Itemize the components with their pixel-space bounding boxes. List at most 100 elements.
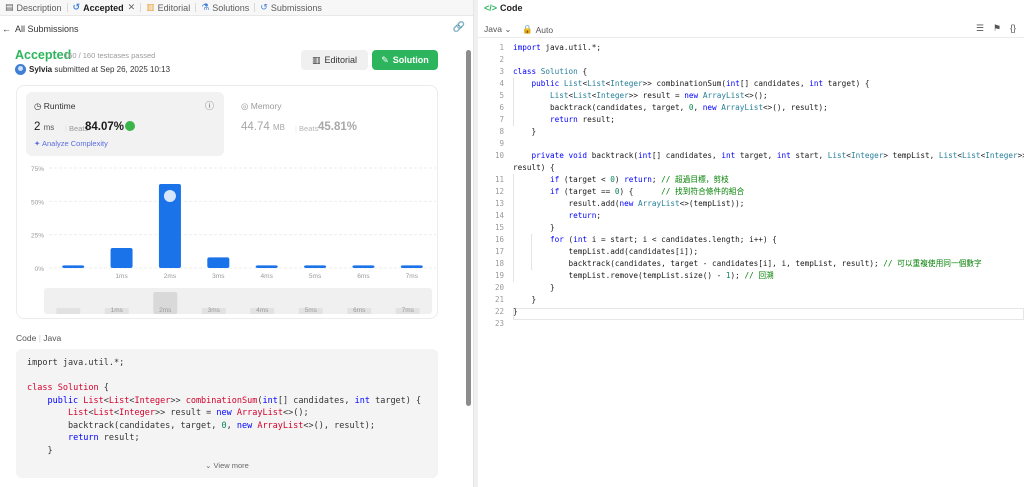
tab-submissions[interactable]: ↺ Submissions — [255, 0, 327, 16]
line-number: 7 — [499, 115, 504, 124]
editor-line[interactable]: 15 } — [478, 222, 1024, 234]
code-token: tempList.remove(tempList.size() - — [513, 271, 726, 280]
braces-icon[interactable]: {} — [1010, 23, 1016, 34]
editor-line[interactable]: 11 if (target < 0) return; // 超過目標，剪枝 — [478, 174, 1024, 186]
bookmark-icon[interactable]: ⚑ — [993, 23, 1001, 34]
editor-line[interactable]: 5 List<List<Integer>> result = new Array… — [478, 90, 1024, 102]
code-token: result.add( — [513, 199, 620, 208]
y-tick-label: 25% — [31, 233, 44, 240]
runtime-title: ◷ Runtime — [34, 101, 76, 111]
editor-line[interactable]: 2 — [478, 54, 1024, 66]
code-token: List — [962, 151, 981, 160]
code-line: backtrack(candidates, target, 0, new Arr… — [27, 420, 421, 433]
code-token: Solution — [540, 67, 578, 76]
code-token: Solution — [57, 383, 99, 393]
code-token: import java.util.*; — [27, 358, 125, 368]
editorial-button[interactable]: ▥ Editorial — [301, 50, 368, 70]
code-token: result; — [103, 433, 140, 443]
chart-range-navigator[interactable]: 1ms 2ms 3ms 4ms 5ms 6ms 7ms — [44, 288, 432, 314]
memory-title[interactable]: ◎ Memory — [241, 101, 282, 112]
editor-line[interactable]: 16 for (int i = start; i < candidates.le… — [478, 234, 1024, 246]
auto-save-indicator[interactable]: 🔒 Auto — [522, 24, 553, 35]
chart-bar — [207, 257, 230, 268]
view-more-button[interactable]: ⌄ View more — [16, 461, 438, 470]
code-token: > tempList, — [883, 151, 939, 160]
code-token: int — [721, 151, 736, 160]
editor-line[interactable]: 9 — [478, 138, 1024, 150]
editor-line[interactable]: 20 } — [478, 282, 1024, 294]
tab-solutions[interactable]: ⚗ Solutions — [196, 0, 254, 16]
editor-line[interactable]: 17 tempList.add(candidates[i]); — [478, 246, 1024, 258]
line-number: 6 — [499, 103, 504, 112]
editor-line[interactable]: 3 class Solution { — [478, 66, 1024, 78]
editor-line[interactable]: 23 — [478, 318, 1024, 330]
editor-line[interactable]: 6 backtrack(candidates, target, 0, new A… — [478, 102, 1024, 114]
code-token: <>(); — [282, 408, 309, 418]
editor-line[interactable]: 18 backtrack(candidates, target - candid… — [478, 258, 1024, 270]
line-text: } — [513, 126, 537, 138]
code-token: <>(); — [744, 91, 768, 100]
solution-button[interactable]: ✎ Solution — [372, 50, 438, 70]
code-token: result) { — [513, 163, 555, 172]
line-number: 8 — [499, 127, 504, 136]
code-token: if — [550, 187, 564, 196]
language-select[interactable]: Java ⌄ — [484, 24, 511, 35]
code-token: class — [513, 67, 541, 76]
code-token: , — [226, 420, 237, 431]
navigator-tick-label: 4ms — [256, 307, 269, 314]
editor-line[interactable]: 10 private void backtrack(int[] candidat… — [478, 150, 1024, 162]
navigator-background — [44, 288, 432, 314]
format-icon[interactable]: ☰ — [976, 23, 984, 34]
close-tab-icon[interactable]: ✕ — [128, 2, 136, 13]
editor-line[interactable]: 21 } — [478, 294, 1024, 306]
tab-editorial[interactable]: ▥ Editorial — [141, 0, 195, 16]
code-token: ); — [730, 271, 745, 280]
code-token: target) { — [369, 395, 422, 406]
editor-line[interactable]: 19 tempList.remove(tempList.size() - 1);… — [478, 270, 1024, 282]
editor-line[interactable]: 22} — [478, 306, 1024, 318]
line-text: class Solution { — [513, 66, 587, 78]
code-token: int — [262, 395, 278, 406]
y-tick-label: 75% — [31, 166, 44, 173]
link-icon[interactable]: 🔗 — [453, 22, 465, 33]
submission-panel: ▤ Description ↺ Accepted ✕ ▥ Editorial ⚗ Solu… — [0, 0, 474, 487]
code-token: Integer — [134, 395, 171, 406]
tab-code[interactable]: </> Code — [478, 0, 523, 16]
runtime-distribution-chart[interactable]: 75% 50% 25% 0% 1ms 2ms 3ms 4ms 5ms 6ms 7ms — [26, 160, 438, 284]
scrollbar[interactable] — [466, 50, 471, 406]
chart-bar — [62, 265, 85, 268]
editor-line[interactable]: 8 } — [478, 126, 1024, 138]
line-text: private void backtrack(int[] candidates,… — [513, 150, 1024, 162]
code-token: [] candidates, — [739, 79, 810, 88]
code-token: >> — [1017, 151, 1024, 160]
code-token: Integer — [850, 151, 884, 160]
tab-accepted[interactable]: ↺ Accepted ✕ — [68, 0, 141, 16]
code-token: (target < — [563, 175, 611, 184]
info-icon[interactable]: ⓘ — [205, 99, 214, 112]
code-token: } — [513, 223, 555, 232]
editor-line[interactable]: 12 if (target == 0) { // 找到符合條件的組合 — [478, 186, 1024, 198]
navigator-tick-label: 6ms — [353, 307, 366, 314]
username[interactable]: Sylvia — [29, 65, 52, 74]
code-token: public — [513, 79, 564, 88]
editor-line[interactable]: 13 result.add(new ArrayList<>(tempList))… — [478, 198, 1024, 210]
history-icon: ↺ — [260, 2, 268, 12]
line-number: 23 — [494, 319, 504, 328]
x-tick-label: 6ms — [357, 273, 370, 280]
editor-line[interactable]: 7 return result; — [478, 114, 1024, 126]
back-to-submissions[interactable]: ← All Submissions — [0, 21, 474, 37]
code-token: // 回溯 — [744, 271, 774, 280]
avatar[interactable] — [15, 64, 26, 75]
line-number: 16 — [494, 235, 504, 244]
chevron-down-icon: ⌄ — [205, 461, 212, 470]
tab-description[interactable]: ▤ Description — [0, 0, 67, 16]
editor-line[interactable]: 4 public List<List<Integer>> combination… — [478, 78, 1024, 90]
editor-line[interactable]: 1 import java.util.*; — [478, 42, 1024, 54]
code-token: int — [637, 151, 652, 160]
analyze-complexity-link[interactable]: ✦ Analyze Complexity — [34, 139, 108, 148]
editor-line[interactable]: result) { — [478, 162, 1024, 174]
code-token: <>(tempList)); — [679, 199, 745, 208]
editor-line[interactable]: 14 return; — [478, 210, 1024, 222]
code-editor[interactable]: 1 import java.util.*; 2 3 class Solution {4 … — [478, 42, 1024, 487]
